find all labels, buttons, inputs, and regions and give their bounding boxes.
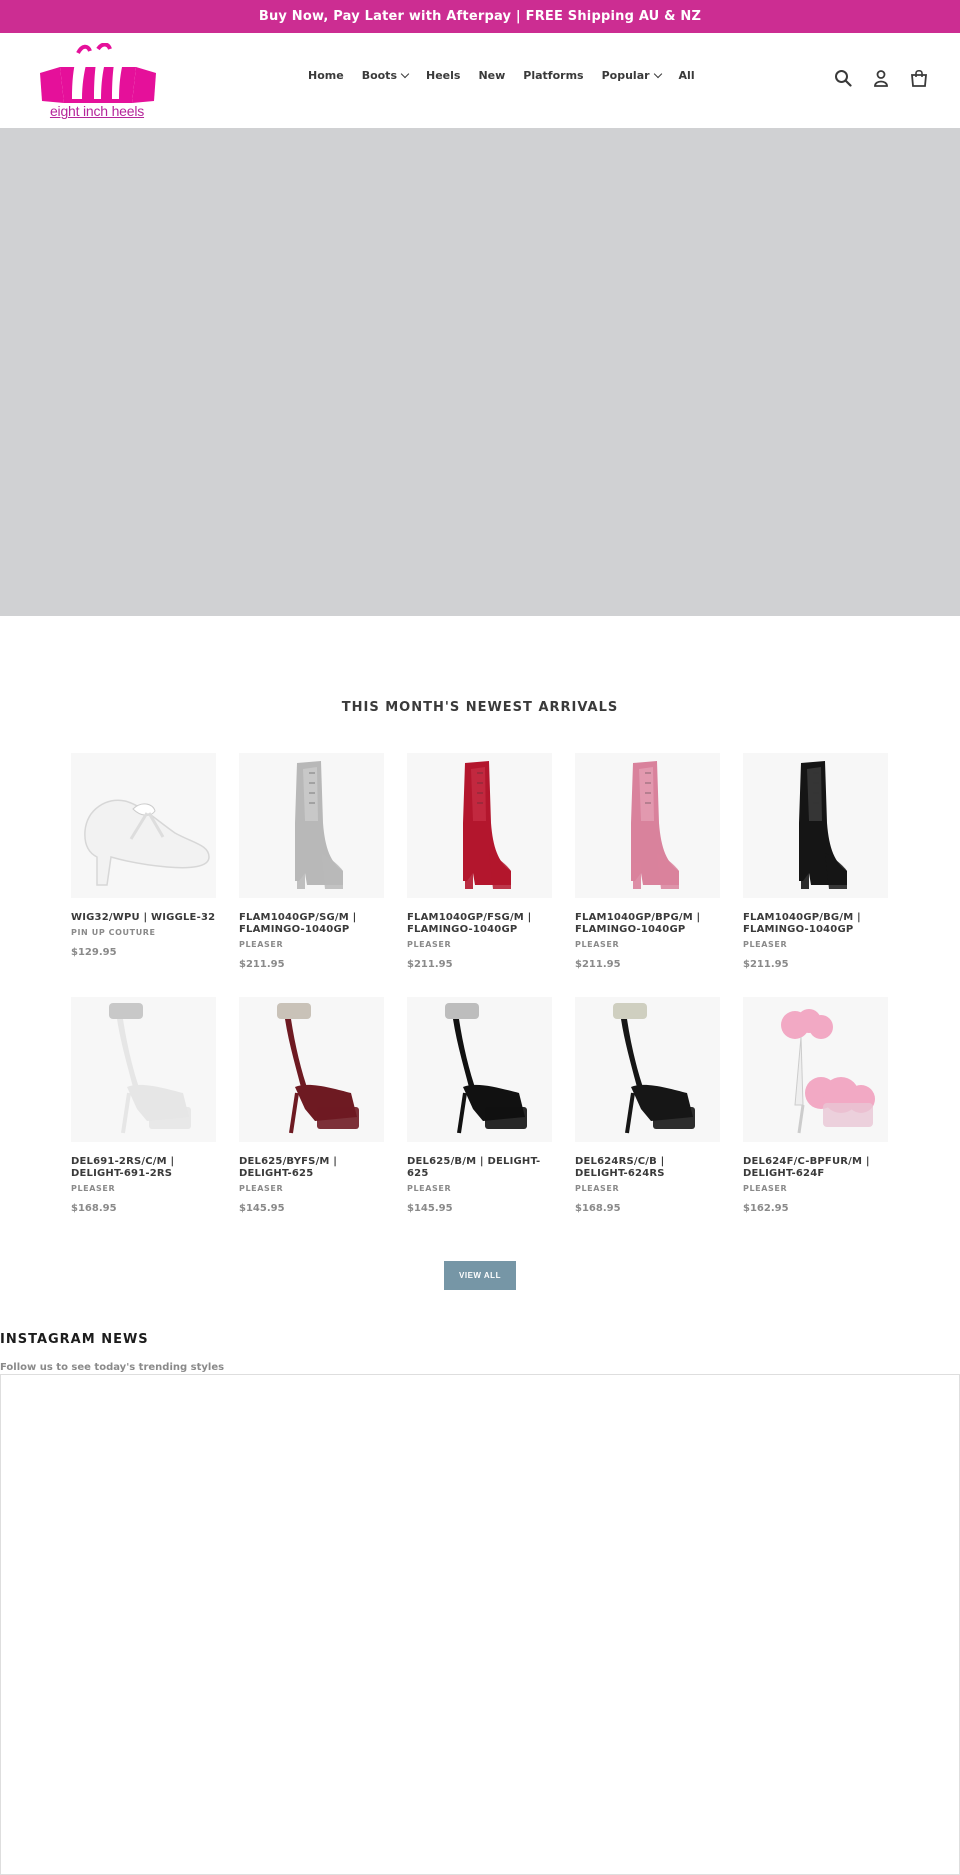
nav-item-home[interactable]: Home [308, 69, 344, 82]
account-icon[interactable] [872, 69, 890, 87]
nav-item-all[interactable]: All [679, 69, 695, 82]
product-card[interactable]: WIG32/WPU | WIGGLE-32 PIN UP COUTURE $12… [71, 753, 216, 997]
heels-logo-icon [40, 43, 156, 103]
product-vendor: PLEASER [575, 1184, 620, 1193]
cart-icon[interactable] [910, 69, 928, 87]
product-card[interactable]: DEL625/BYFS/M | DELIGHT-625 PLEASER $145… [239, 997, 384, 1241]
product-vendor: PLEASER [71, 1184, 116, 1193]
instagram-title: INSTAGRAM NEWS [0, 1332, 149, 1347]
product-name[interactable]: DEL625/B/M | DELIGHT-625 [407, 1156, 552, 1180]
nav-item-popular[interactable]: Popular [601, 69, 662, 82]
product-price: $168.95 [71, 1203, 117, 1214]
product-card[interactable]: FLAM1040GP/BPG/M | FLAMINGO-1040GP PLEAS… [575, 753, 720, 997]
product-image[interactable] [743, 997, 888, 1142]
product-name[interactable]: FLAM1040GP/BG/M | FLAMINGO-1040GP [743, 912, 888, 936]
chevron-down-icon [653, 69, 662, 79]
product-name[interactable]: WIG32/WPU | WIGGLE-32 [71, 912, 216, 924]
product-vendor: PLEASER [743, 940, 788, 949]
product-name[interactable]: DEL691-2RS/C/M | DELIGHT-691-2RS [71, 1156, 216, 1180]
nav-item-heels[interactable]: Heels [426, 69, 460, 82]
product-name[interactable]: FLAM1040GP/FSG/M | FLAMINGO-1040GP [407, 912, 552, 936]
product-card[interactable]: FLAM1040GP/SG/M | FLAMINGO-1040GP PLEASE… [239, 753, 384, 997]
logo-text: eight inch heels [49, 103, 145, 119]
hero-banner-placeholder [0, 128, 960, 616]
product-price: $211.95 [407, 959, 453, 970]
site-header: eight inch heels Home Boots Heels New Pl… [0, 33, 960, 128]
product-name[interactable]: DEL624F/C-BPFUR/M | DELIGHT-624F [743, 1156, 888, 1180]
product-price: $145.95 [239, 1203, 285, 1214]
product-vendor: PLEASER [575, 940, 620, 949]
section-title: THIS MONTH'S NEWEST ARRIVALS [341, 700, 619, 715]
search-icon[interactable] [834, 69, 852, 87]
product-card[interactable]: FLAM1040GP/FSG/M | FLAMINGO-1040GP PLEAS… [407, 753, 552, 997]
product-card[interactable]: FLAM1040GP/BG/M | FLAMINGO-1040GP PLEASE… [743, 753, 888, 997]
product-name[interactable]: DEL624RS/C/B | DELIGHT-624RS [575, 1156, 720, 1180]
nav-label: New [478, 69, 506, 82]
product-price: $168.95 [575, 1203, 621, 1214]
product-name[interactable]: DEL625/BYFS/M | DELIGHT-625 [239, 1156, 384, 1180]
announcement-bar: Buy Now, Pay Later with Afterpay | FREE … [0, 0, 960, 33]
instagram-subtitle: Follow us to see today's trending styles [0, 1362, 225, 1373]
nav-label: Platforms [523, 69, 584, 82]
product-name[interactable]: FLAM1040GP/BPG/M | FLAMINGO-1040GP [575, 912, 720, 936]
nav-item-platforms[interactable]: Platforms [523, 69, 583, 82]
product-card[interactable]: DEL624RS/C/B | DELIGHT-624RS PLEASER $16… [575, 997, 720, 1241]
product-price: $211.95 [239, 959, 285, 970]
header-icons [834, 69, 928, 87]
nav-label: Home [308, 69, 344, 82]
product-price: $211.95 [743, 959, 789, 970]
instagram-feed-frame [0, 1374, 960, 1875]
product-card[interactable]: DEL691-2RS/C/M | DELIGHT-691-2RS PLEASER… [71, 997, 216, 1241]
product-image[interactable] [71, 753, 216, 898]
product-vendor: PLEASER [239, 940, 284, 949]
product-vendor: PLEASER [407, 940, 452, 949]
product-vendor: PLEASER [407, 1184, 452, 1193]
nav-label: Popular [601, 69, 650, 82]
nav-label: Boots [361, 69, 397, 82]
product-grid: WIG32/WPU | WIGGLE-32 PIN UP COUTURE $12… [71, 753, 901, 1241]
product-price: $145.95 [407, 1203, 453, 1214]
view-all-button[interactable]: VIEW ALL [444, 1261, 516, 1290]
nav-item-boots[interactable]: Boots [361, 69, 410, 82]
product-price: $129.95 [71, 947, 117, 958]
nav-item-new[interactable]: New [478, 69, 505, 82]
product-image[interactable] [407, 753, 552, 898]
product-image[interactable] [239, 753, 384, 898]
product-vendor: PLEASER [239, 1184, 284, 1193]
product-vendor: PLEASER [743, 1184, 788, 1193]
product-name[interactable]: FLAM1040GP/SG/M | FLAMINGO-1040GP [239, 912, 384, 936]
chevron-down-icon [400, 69, 410, 79]
product-image[interactable] [743, 753, 888, 898]
product-price: $211.95 [575, 959, 621, 970]
main-nav: Home Boots Heels New Platforms Popular A… [308, 69, 713, 82]
product-vendor: PIN UP COUTURE [71, 928, 156, 937]
announcement-text: Buy Now, Pay Later with Afterpay | FREE … [258, 9, 702, 24]
product-image[interactable] [575, 997, 720, 1142]
product-price: $162.95 [743, 1203, 789, 1214]
site-logo[interactable]: eight inch heels [38, 43, 158, 121]
product-image[interactable] [71, 997, 216, 1142]
product-image[interactable] [239, 997, 384, 1142]
product-card[interactable]: DEL624F/C-BPFUR/M | DELIGHT-624F PLEASER… [743, 997, 888, 1241]
nav-label: Heels [426, 69, 461, 82]
product-image[interactable] [407, 997, 552, 1142]
product-image[interactable] [575, 753, 720, 898]
nav-label: All [678, 69, 695, 82]
product-card[interactable]: DEL625/B/M | DELIGHT-625 PLEASER $145.95 [407, 997, 552, 1241]
